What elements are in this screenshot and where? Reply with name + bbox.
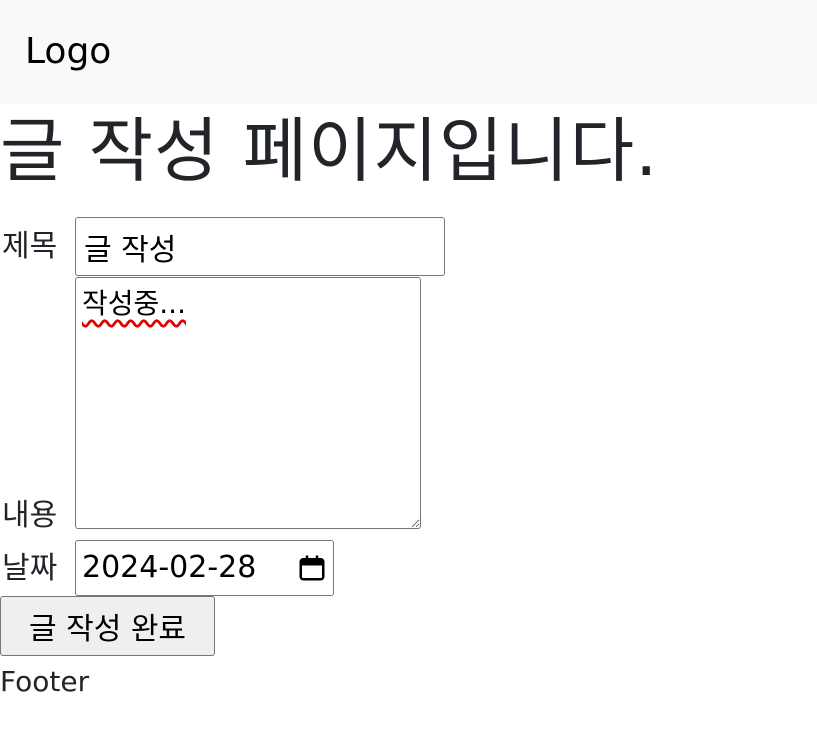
content-label: 내용	[2, 498, 58, 533]
navbar: Logo	[0, 0, 817, 104]
date-label: 날짜	[2, 551, 58, 586]
date-input[interactable]: 2024-02-28	[75, 540, 334, 596]
title-input[interactable]	[75, 217, 445, 276]
page-title: 글 작성 페이지입니다.	[0, 110, 659, 192]
logo[interactable]: Logo	[25, 28, 111, 76]
content-textarea[interactable]: 작성중...	[75, 277, 421, 529]
calendar-icon[interactable]	[297, 553, 327, 583]
date-value[interactable]: 2024-02-28	[82, 550, 256, 586]
footer: Footer	[0, 665, 90, 698]
submit-button[interactable]: 글 작성 완료	[0, 596, 215, 656]
title-label: 제목	[2, 229, 58, 264]
